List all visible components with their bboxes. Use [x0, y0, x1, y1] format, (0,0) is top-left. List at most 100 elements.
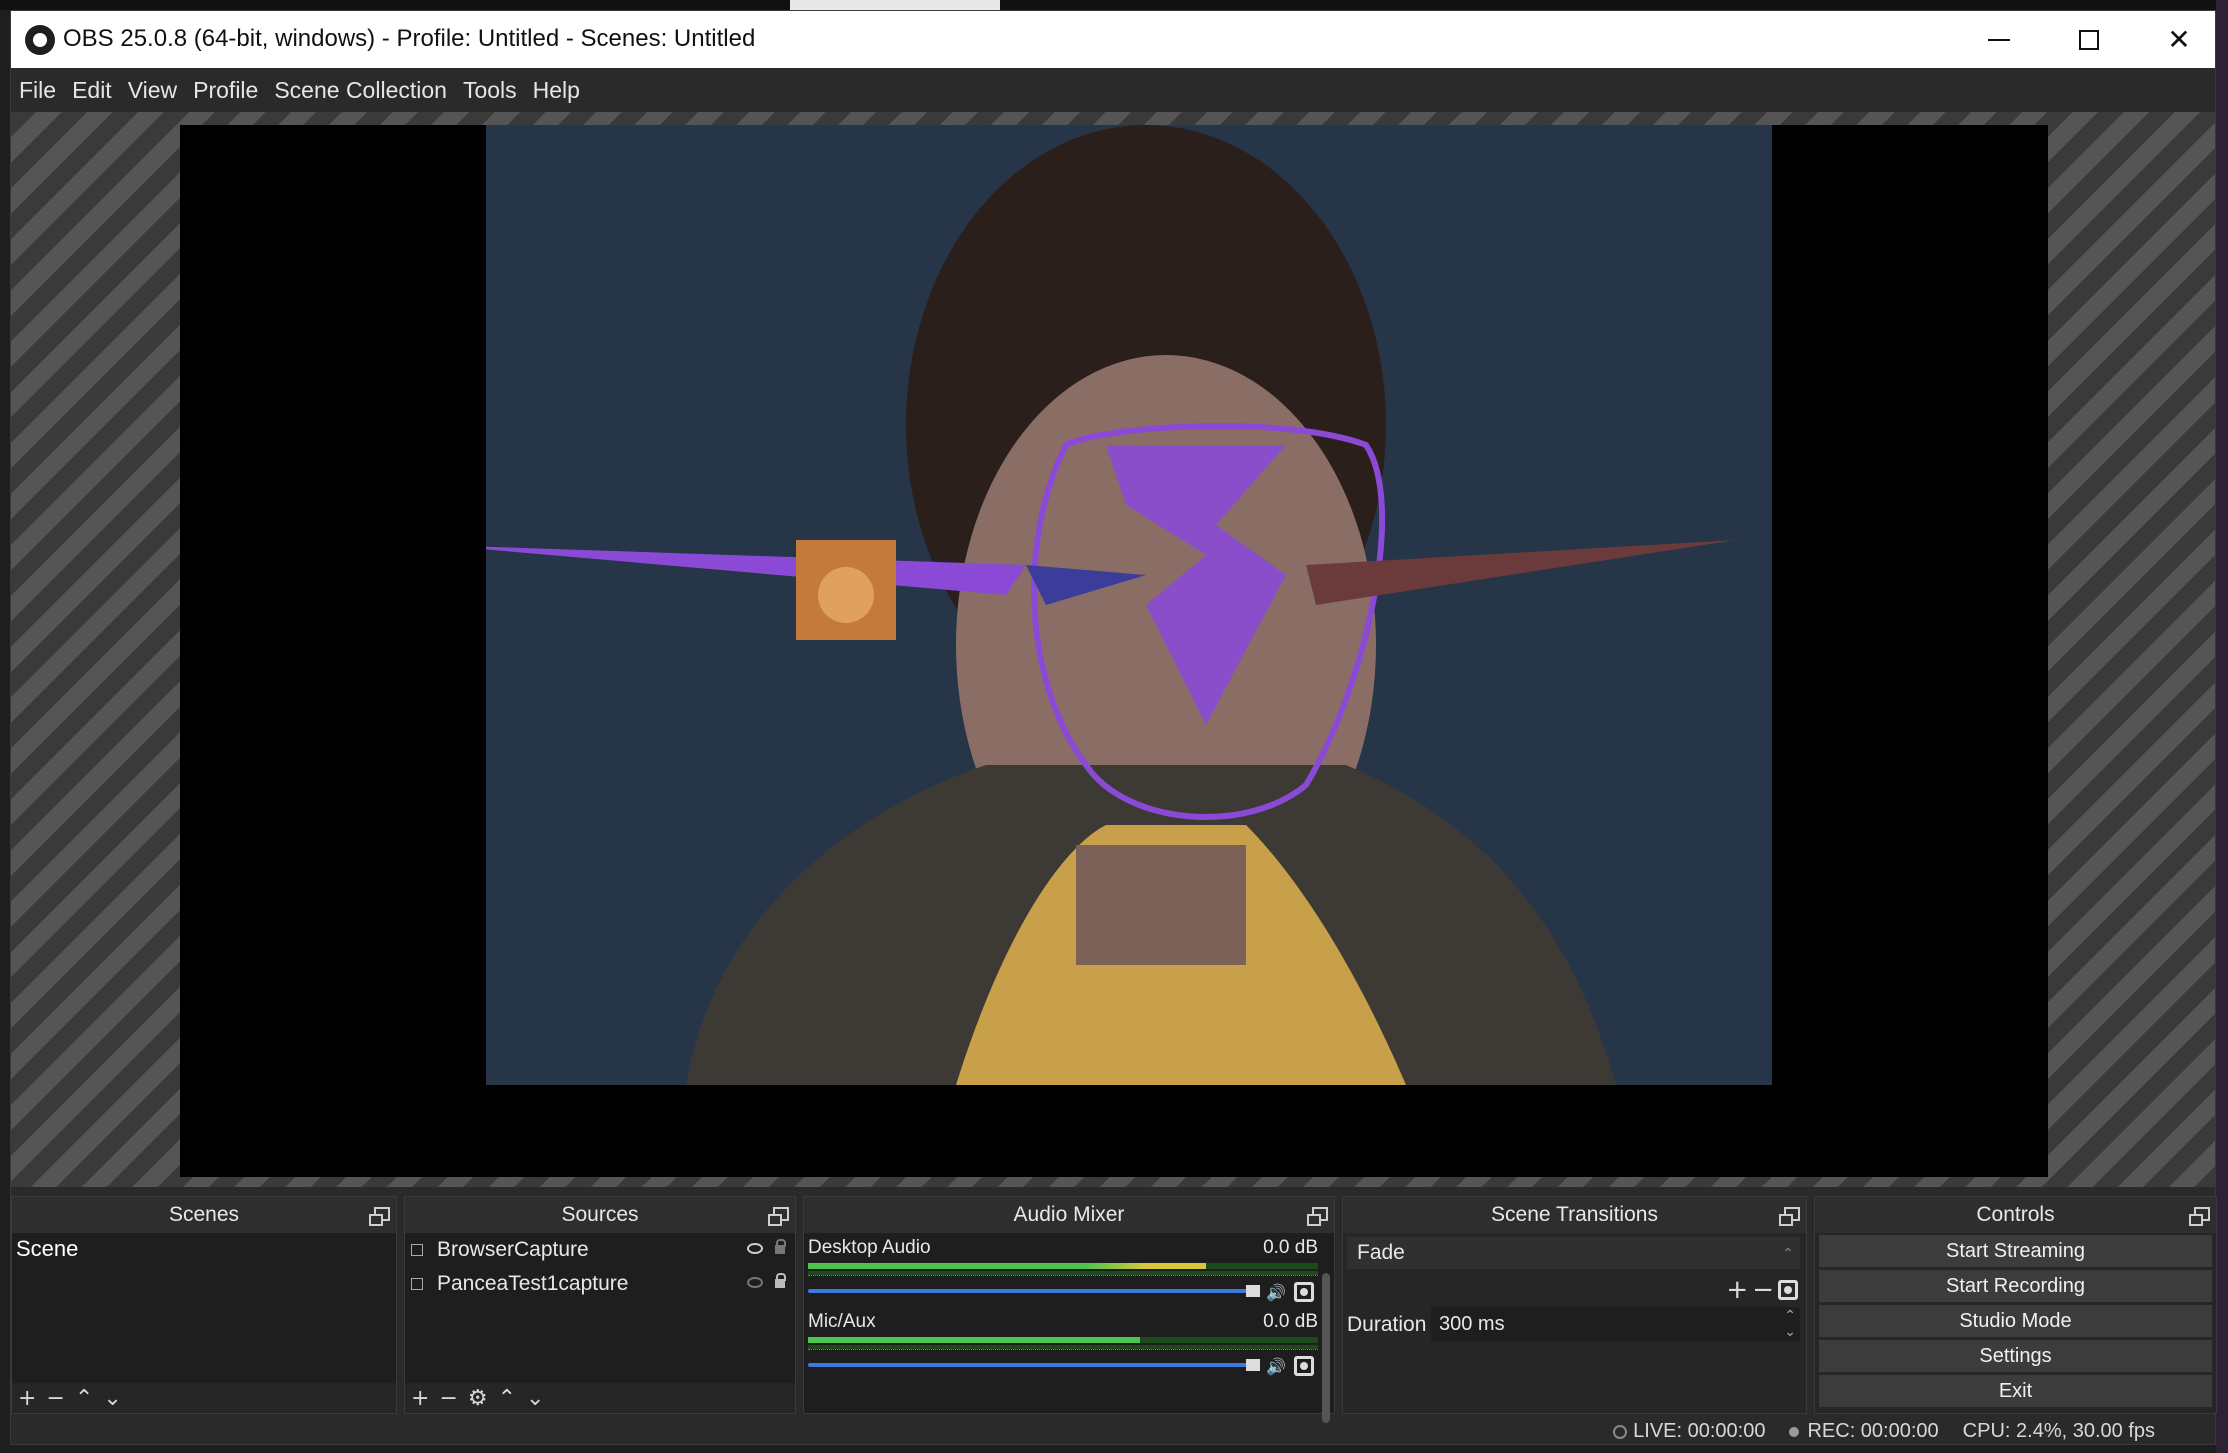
- source-label: PanceaTest1capture: [437, 1272, 629, 1295]
- undock-icon[interactable]: [1779, 1207, 1800, 1226]
- menu-scene-collection[interactable]: Scene Collection: [274, 77, 447, 104]
- title-bar[interactable]: OBS 25.0.8 (64-bit, windows) - Profile: …: [11, 11, 2215, 68]
- source-checkbox[interactable]: [411, 1244, 423, 1256]
- webcam-image: [486, 125, 1772, 1085]
- mixer-channel-mic-aux: Mic/Aux 0.0 dB 🔊: [808, 1311, 1318, 1381]
- undock-icon[interactable]: [1307, 1207, 1328, 1226]
- scene-item[interactable]: Scene: [12, 1233, 396, 1265]
- volume-slider[interactable]: [808, 1363, 1252, 1367]
- source-label: BrowserCapture: [437, 1238, 589, 1261]
- sources-dock-title: Sources: [561, 1203, 639, 1226]
- scenes-dock-title: Scenes: [168, 1203, 240, 1226]
- remove-source-button[interactable]: −: [439, 1386, 457, 1411]
- add-source-button[interactable]: +: [411, 1386, 429, 1411]
- source-checkbox[interactable]: [411, 1278, 423, 1290]
- sources-dock-header: Sources: [405, 1197, 795, 1233]
- sources-toolbar: + − ⚙ ⌃ ⌄: [405, 1383, 795, 1413]
- add-transition-button[interactable]: +: [1726, 1275, 1748, 1305]
- obs-main-window: OBS 25.0.8 (64-bit, windows) - Profile: …: [10, 10, 2217, 1445]
- scene-transitions-dock-title: Scene Transitions: [1491, 1203, 1658, 1226]
- transition-selected: Fade: [1357, 1241, 1405, 1264]
- source-item-panceatest1capture[interactable]: PanceaTest1capture: [405, 1267, 795, 1301]
- menu-tools[interactable]: Tools: [463, 77, 517, 104]
- visibility-eye-hidden-icon[interactable]: [747, 1277, 763, 1288]
- controls-dock-title: Controls: [1976, 1203, 2055, 1226]
- channel-settings-gear-icon[interactable]: [1294, 1356, 1314, 1376]
- volume-slider-handle[interactable]: [1246, 1359, 1260, 1371]
- menu-profile[interactable]: Profile: [193, 77, 258, 104]
- move-source-up-button[interactable]: ⌃: [498, 1386, 516, 1411]
- spinbox-arrows-icon[interactable]: ⌃ ⌄: [1784, 1307, 1796, 1339]
- speaker-icon[interactable]: 🔊: [1266, 1357, 1286, 1376]
- live-status-text: LIVE: 00:00:00: [1633, 1420, 1766, 1442]
- scenes-list[interactable]: Scene: [12, 1233, 396, 1383]
- menu-file[interactable]: File: [19, 77, 56, 104]
- menu-view[interactable]: View: [128, 77, 177, 104]
- lock-icon[interactable]: [775, 1239, 786, 1254]
- channel-name: Desktop Audio: [808, 1237, 931, 1258]
- meter-scale: [808, 1349, 1318, 1357]
- remove-scene-button[interactable]: −: [46, 1386, 64, 1411]
- duration-label: Duration: [1347, 1313, 1427, 1336]
- maximize-button[interactable]: [2044, 11, 2134, 68]
- scene-transitions-dock-header: Scene Transitions: [1343, 1197, 1806, 1233]
- volume-meter: [808, 1337, 1318, 1343]
- lock-icon[interactable]: [775, 1273, 786, 1288]
- source-properties-gear-icon[interactable]: ⚙: [468, 1386, 488, 1411]
- record-dot-icon: [1789, 1426, 1800, 1437]
- menu-edit[interactable]: Edit: [72, 77, 112, 104]
- menu-bar: File Edit View Profile Scene Collection …: [11, 68, 2215, 112]
- obs-logo-icon: [25, 25, 55, 55]
- audio-mixer-dock-title: Audio Mixer: [1013, 1203, 1125, 1226]
- controls-body: Start Streaming Start Recording Studio M…: [1815, 1233, 2216, 1413]
- preview-canvas[interactable]: [180, 125, 2048, 1177]
- audio-mixer-body: Desktop Audio 0.0 dB 🔊 Mic/Aux 0.0 dB 🔊: [804, 1233, 1334, 1423]
- undock-icon[interactable]: [2189, 1207, 2210, 1226]
- move-scene-up-button[interactable]: ⌃: [75, 1386, 93, 1411]
- audio-mixer-dock-header: Audio Mixer: [804, 1197, 1334, 1233]
- audio-mixer-dock: Audio Mixer Desktop Audio 0.0 dB 🔊 Mic/A…: [803, 1196, 1335, 1423]
- remove-transition-button[interactable]: −: [1752, 1275, 1774, 1305]
- studio-mode-button[interactable]: Studio Mode: [1819, 1305, 2212, 1337]
- desktop-top-strip: [0, 0, 2228, 10]
- sources-dock: Sources BrowserCapture PanceaTest1captur…: [404, 1196, 796, 1414]
- sources-list[interactable]: BrowserCapture PanceaTest1capture: [405, 1233, 795, 1383]
- speaker-icon[interactable]: 🔊: [1266, 1283, 1286, 1302]
- visibility-eye-icon[interactable]: [747, 1243, 763, 1254]
- start-recording-button[interactable]: Start Recording: [1819, 1270, 2212, 1302]
- undock-icon[interactable]: [768, 1207, 789, 1226]
- close-button[interactable]: ✕: [2134, 11, 2224, 68]
- move-source-down-button[interactable]: ⌄: [526, 1386, 544, 1411]
- channel-settings-gear-icon[interactable]: [1294, 1282, 1314, 1302]
- transition-properties-gear-icon[interactable]: [1778, 1280, 1798, 1300]
- preview-area[interactable]: [11, 112, 2215, 1187]
- minimize-button[interactable]: [1954, 11, 2044, 68]
- scenes-dock: Scenes Scene + − ⌃ ⌄: [11, 1196, 397, 1414]
- move-scene-down-button[interactable]: ⌄: [103, 1386, 121, 1411]
- webcam-source[interactable]: [486, 125, 1772, 1085]
- volume-meter-fill: [808, 1263, 1206, 1269]
- channel-name: Mic/Aux: [808, 1311, 876, 1332]
- duration-input[interactable]: 300 ms ⌃ ⌄: [1431, 1307, 1800, 1341]
- scenes-toolbar: + − ⌃ ⌄: [12, 1383, 396, 1413]
- exit-button[interactable]: Exit: [1819, 1375, 2212, 1407]
- window-title: OBS 25.0.8 (64-bit, windows) - Profile: …: [63, 25, 756, 52]
- undock-icon[interactable]: [369, 1207, 390, 1226]
- rec-status: REC: 00:00:00: [1789, 1420, 1939, 1443]
- desktop-right-strip: [2216, 0, 2228, 1453]
- controls-dock: Controls Start Streaming Start Recording…: [1814, 1196, 2217, 1414]
- transition-select[interactable]: Fade ⌃ ⌄: [1347, 1237, 1800, 1293]
- volume-meter-fill: [808, 1337, 1140, 1343]
- scenes-dock-header: Scenes: [12, 1197, 396, 1233]
- volume-slider-handle[interactable]: [1246, 1285, 1260, 1297]
- desktop-background-tab: [790, 0, 1000, 10]
- minimize-icon: [1988, 38, 2010, 41]
- source-item-browsercapture[interactable]: BrowserCapture: [405, 1233, 795, 1267]
- settings-button[interactable]: Settings: [1819, 1340, 2212, 1372]
- volume-slider[interactable]: [808, 1289, 1252, 1293]
- menu-help[interactable]: Help: [533, 77, 580, 104]
- add-scene-button[interactable]: +: [18, 1386, 36, 1411]
- transition-tools: + −: [1726, 1275, 1798, 1305]
- mixer-scrollbar[interactable]: [1322, 1273, 1330, 1423]
- start-streaming-button[interactable]: Start Streaming: [1819, 1235, 2212, 1267]
